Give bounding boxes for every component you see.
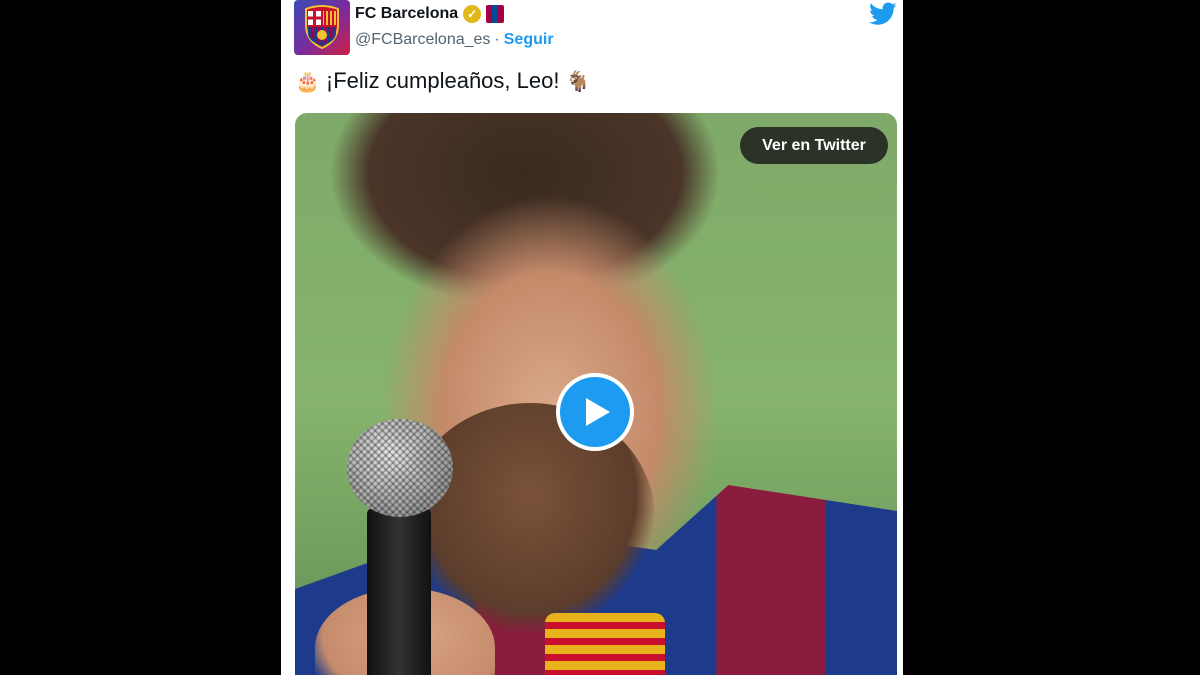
video-frame-collar	[545, 613, 665, 675]
microphone-handle	[367, 508, 431, 675]
view-on-twitter-button[interactable]: Ver en Twitter	[740, 127, 888, 164]
account-name[interactable]: FC Barcelona	[355, 5, 458, 23]
play-button[interactable]	[556, 373, 634, 451]
follow-button[interactable]: Seguir	[504, 31, 554, 49]
avatar[interactable]	[294, 0, 350, 55]
tweet-text: 🎂 ¡Feliz cumpleaños, Leo! 🐐	[295, 68, 590, 94]
video-player[interactable]: Ver en Twitter	[295, 113, 897, 675]
play-icon	[586, 398, 610, 426]
birthday-cake-emoji: 🎂	[295, 70, 320, 93]
account-handle[interactable]: @FCBarcelona_es	[355, 31, 490, 49]
tweet-body: ¡Feliz cumpleaños, Leo!	[325, 68, 560, 93]
handle-row: @FCBarcelona_es · Seguir	[355, 31, 554, 49]
goat-emoji: 🐐	[565, 70, 591, 93]
microphone-head	[347, 419, 453, 517]
tweet-embed-card: FC Barcelona ✓ @FCBarcelona_es · Seguir …	[281, 0, 903, 675]
account-name-row: FC Barcelona ✓	[355, 5, 505, 23]
separator: ·	[494, 31, 500, 48]
play-button-circle	[560, 377, 630, 447]
verified-badge-icon: ✓	[463, 5, 482, 23]
fcb-flag-icon	[486, 5, 505, 23]
fcb-crest-icon	[305, 5, 339, 49]
twitter-bird-icon[interactable]	[869, 2, 897, 26]
